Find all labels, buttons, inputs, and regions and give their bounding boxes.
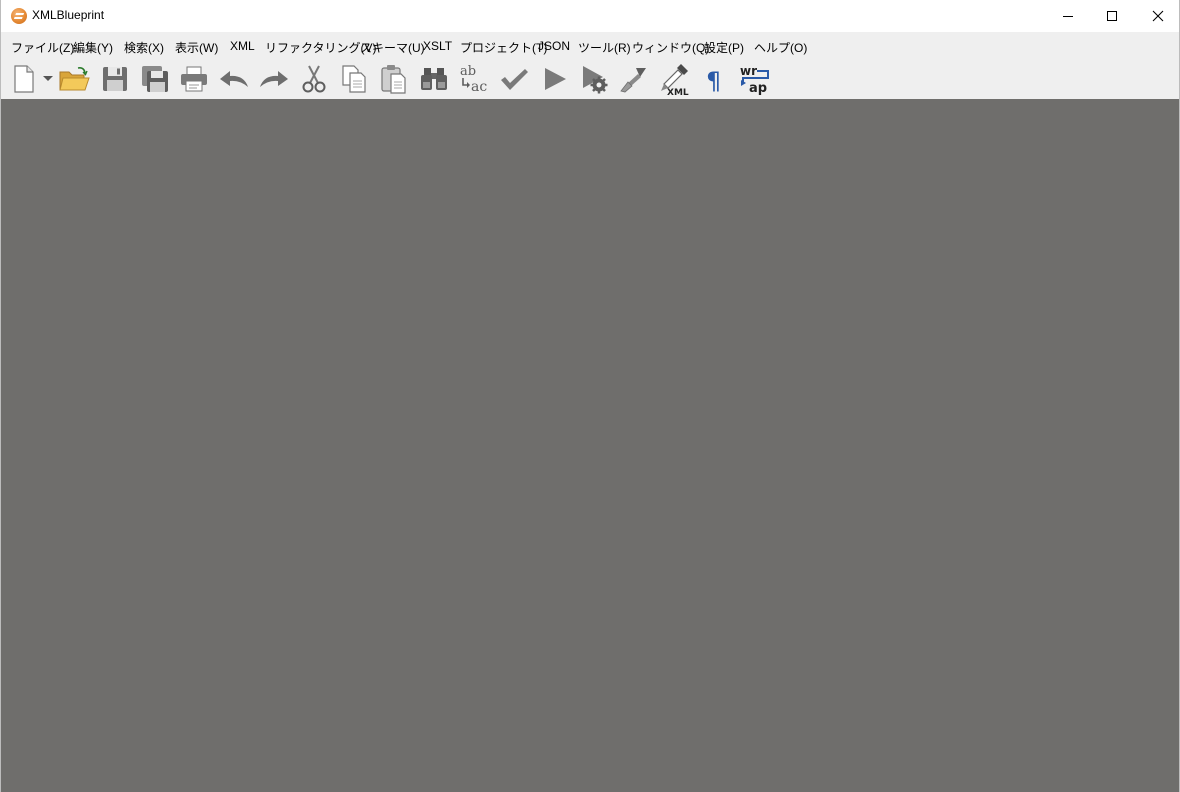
run-button[interactable] [537,62,571,96]
save-all-icon [142,66,168,92]
editor-workspace[interactable] [1,99,1179,792]
menu-project[interactable]: プロジェクト(T) [460,39,547,56]
title-bar[interactable]: XMLBlueprint [1,0,1179,32]
cut-icon [302,65,326,93]
minimize-icon [1063,16,1073,17]
menu-search[interactable]: 検索(X) [124,39,164,56]
paste-icon [381,65,406,94]
menu-window[interactable]: ウィンドウ(Q) [632,39,709,56]
menu-schema[interactable]: スキーマ(U) [360,39,425,56]
menu-xslt[interactable]: XSLT [423,39,452,53]
undo-button[interactable] [217,62,251,96]
window-title: XMLBlueprint [32,8,105,22]
replace-icon: ab ac [460,64,487,95]
redo-button[interactable] [257,62,291,96]
wrap-text-bottom: ap [749,81,767,95]
show-formatting-button[interactable]: ¶ [697,62,731,96]
close-icon [1152,10,1164,22]
open-button[interactable] [57,62,91,96]
close-button[interactable] [1135,0,1180,32]
pilcrow-icon: ¶ [706,67,721,94]
save-icon [103,67,127,91]
xml-eyedropper-icon: XML [661,64,689,96]
menu-xml[interactable]: XML [230,39,255,53]
menu-file[interactable]: ファイル(Z) [11,39,74,56]
run-settings-button[interactable] [577,62,611,96]
copy-icon [342,65,366,93]
pilcrow-text: ¶ [706,67,721,94]
new-document-icon [14,65,34,93]
copy-button[interactable] [337,62,371,96]
wrap-text-top: wr [740,64,757,78]
new-document-button[interactable] [9,62,39,96]
menu-bar: ファイル(Z) 編集(Y) 検索(X) 表示(W) XML リファクタリング(V… [1,32,1179,59]
xml-label: XML [667,88,689,96]
word-wrap-icon: wr ap [740,64,769,95]
menu-view[interactable]: 表示(W) [175,39,218,56]
validate-check-icon [501,69,528,90]
maximize-icon [1107,11,1117,21]
dropdown-arrow-icon [43,76,53,81]
maximize-button[interactable] [1089,0,1135,32]
toolbar: ab ac XML ¶ wr ap [1,59,1179,99]
find-binoculars-icon [421,68,447,90]
format-brush-button[interactable] [617,62,651,96]
xml-tool-button[interactable]: XML [657,62,691,96]
menu-settings[interactable]: 設定(P) [704,39,744,56]
validate-button[interactable] [497,62,531,96]
open-folder-icon [59,67,90,91]
save-button[interactable] [98,62,132,96]
xmlblueprint-logo-icon[interactable] [11,8,27,24]
clean-brush-icon [620,68,646,93]
menu-tools[interactable]: ツール(R) [578,39,631,56]
replace-text-top: ab [460,64,476,79]
run-settings-icon [583,66,608,94]
application-window: XMLBlueprint ファイル(Z) 編集(Y) 検索(X) 表示(W) X… [0,0,1180,792]
word-wrap-button[interactable]: wr ap [737,62,771,96]
print-button[interactable] [177,62,211,96]
print-icon [181,66,207,92]
menu-help[interactable]: ヘルプ(O) [754,39,807,56]
menu-edit[interactable]: 編集(Y) [73,39,113,56]
find-button[interactable] [417,62,451,96]
save-all-button[interactable] [138,62,172,96]
new-document-dropdown[interactable] [41,62,55,96]
replace-text-bottom: ac [471,79,487,95]
redo-icon [260,71,288,87]
run-icon [545,68,566,90]
undo-icon [220,71,248,87]
paste-button[interactable] [377,62,411,96]
cut-button[interactable] [297,62,331,96]
minimize-button[interactable] [1045,0,1091,32]
menu-json[interactable]: JSON [538,39,570,53]
replace-button[interactable]: ab ac [457,62,491,96]
